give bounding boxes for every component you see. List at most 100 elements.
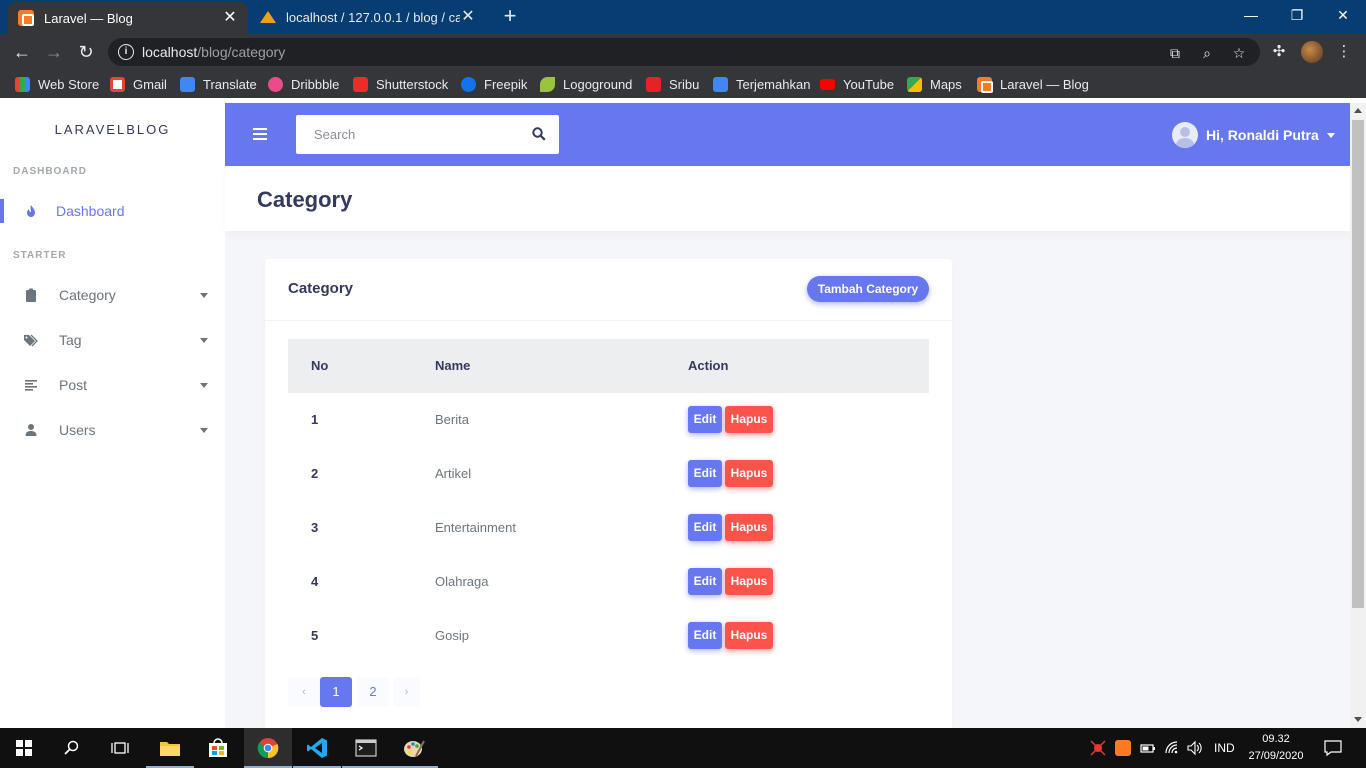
delete-button[interactable]: Hapus <box>725 622 773 649</box>
edit-button[interactable]: Edit <box>688 406 722 433</box>
column-header-name: Name <box>435 358 471 373</box>
add-category-button[interactable]: Tambah Category <box>807 276 929 302</box>
bookmark-translate[interactable]: Translate <box>180 76 257 92</box>
notification-center-icon[interactable] <box>1324 739 1342 760</box>
input-language-indicator[interactable]: IND <box>1214 741 1235 755</box>
sidebar-item-tag[interactable]: Tag <box>0 320 225 360</box>
row-name: Artikel <box>435 466 472 481</box>
sidebar-item-dashboard[interactable]: Dashboard <box>0 191 225 231</box>
delete-button[interactable]: Hapus <box>725 406 773 433</box>
system-clock[interactable]: 09.32 27/09/2020 <box>1246 731 1306 765</box>
xampp-tray-icon[interactable] <box>1115 740 1131 759</box>
table-row: 1 Berita Edit Hapus <box>288 393 929 447</box>
edit-button[interactable]: Edit <box>688 622 722 649</box>
pagination-prev[interactable]: ‹ <box>288 677 320 707</box>
scroll-down-arrow-icon[interactable] <box>1354 717 1362 722</box>
pagination-page-1[interactable]: 1 <box>320 677 352 707</box>
clock-date: 27/09/2020 <box>1248 750 1304 762</box>
sidebar-item-label: Dashboard <box>56 203 125 219</box>
category-card: Category Tambah Category No Name Action … <box>265 259 952 728</box>
edit-button[interactable]: Edit <box>688 514 722 541</box>
sidebar-item-post[interactable]: Post <box>0 365 225 405</box>
site-info-icon[interactable]: i <box>118 44 134 60</box>
bookmark-laravel-blog[interactable]: Laravel — Blog <box>977 76 1089 93</box>
edit-button[interactable]: Edit <box>688 568 722 595</box>
bookmark-youtube[interactable]: YouTube <box>820 76 894 92</box>
bookmark-star-icon[interactable]: ☆ <box>1230 44 1248 62</box>
row-number: 3 <box>311 520 319 535</box>
restore-window-icon[interactable]: ❐ <box>1274 0 1320 32</box>
wifi-icon[interactable] <box>1164 740 1180 759</box>
bookmark-gmail[interactable]: Gmail <box>110 76 167 92</box>
brand-logo-text[interactable]: LARAVELBLOG <box>0 122 225 137</box>
zoom-icon[interactable]: ⌕ <box>1198 44 1216 62</box>
column-header-no: No <box>311 358 329 373</box>
url-text[interactable]: localhost/blog/category <box>142 44 285 60</box>
close-window-icon[interactable]: ✕ <box>1320 0 1366 32</box>
chevron-down-icon <box>200 337 208 343</box>
sidebar-item-label: Users <box>59 422 96 438</box>
delete-button[interactable]: Hapus <box>725 568 773 595</box>
chrome-menu-icon[interactable]: ⋮ <box>1334 42 1354 62</box>
windows-start-icon[interactable] <box>0 728 48 768</box>
page-scrollbar[interactable] <box>1350 103 1366 728</box>
user-dropdown[interactable]: Hi, Ronaldi Putra <box>1172 122 1335 148</box>
volume-icon[interactable] <box>1186 740 1204 759</box>
terminal-icon[interactable] <box>342 728 390 768</box>
row-name: Entertainment <box>435 520 516 535</box>
column-header-action: Action <box>688 358 729 373</box>
translate-page-icon[interactable]: ⧉ <box>1166 44 1184 62</box>
file-explorer-icon[interactable] <box>146 728 194 768</box>
network-alert-icon[interactable] <box>1090 740 1106 759</box>
table-row: 3 Entertainment Edit Hapus <box>288 501 929 555</box>
pagination-page-2[interactable]: 2 <box>357 677 389 707</box>
bookmark-freepik[interactable]: Freepik <box>461 76 527 92</box>
back-arrow-icon[interactable]: ← <box>9 39 35 65</box>
scrollbar-thumb[interactable] <box>1352 120 1364 608</box>
caret-down-icon <box>1326 132 1335 138</box>
pagination-next[interactable]: › <box>393 677 420 707</box>
bookmark-web-store[interactable]: Web Store <box>15 76 99 92</box>
tab-laravel-blog[interactable]: Laravel — Blog ✕ <box>8 2 248 34</box>
task-view-icon[interactable] <box>96 728 144 768</box>
close-tab-icon[interactable]: ✕ <box>460 9 476 25</box>
delete-button[interactable]: Hapus <box>725 514 773 541</box>
paint-icon[interactable] <box>390 728 438 768</box>
search-icon[interactable] <box>48 728 96 768</box>
sidebar-item-category[interactable]: Category <box>0 275 225 315</box>
battery-icon[interactable] <box>1140 740 1156 759</box>
bookmark-dribbble[interactable]: Dribbble <box>268 76 339 92</box>
microsoft-store-icon[interactable] <box>194 728 242 768</box>
edit-button[interactable]: Edit <box>688 460 722 487</box>
bookmark-logoground[interactable]: Logoground <box>540 76 632 92</box>
new-tab-plus-icon[interactable]: + <box>498 5 522 29</box>
bookmark-shutterstock[interactable]: Shutterstock <box>353 76 448 92</box>
search-input[interactable]: Search <box>296 115 559 154</box>
row-number: 4 <box>311 574 319 589</box>
chrome-taskbar-icon[interactable] <box>244 728 292 768</box>
youtube-icon <box>820 78 835 90</box>
scroll-up-arrow-icon[interactable] <box>1354 108 1362 113</box>
chrome-profile-avatar[interactable] <box>1301 41 1323 63</box>
forward-arrow-icon[interactable]: → <box>41 39 67 65</box>
bookmark-sribu[interactable]: Sribu <box>646 76 699 92</box>
extensions-puzzle-icon[interactable]: ✣ <box>1269 42 1289 62</box>
delete-button[interactable]: Hapus <box>725 460 773 487</box>
fire-icon <box>27 205 35 217</box>
sidebar: LARAVELBLOG DASHBOARD Dashboard STARTER … <box>0 103 225 728</box>
table-row: 2 Artikel Edit Hapus <box>288 447 929 501</box>
bookmark-terjemahkan[interactable]: Terjemahkan <box>713 76 810 92</box>
reload-icon[interactable]: ↻ <box>73 39 99 65</box>
tab-phpmyadmin[interactable]: localhost / 127.0.0.1 / blog / cate ✕ <box>250 0 486 34</box>
card-title: Category <box>288 280 354 297</box>
minimize-window-icon[interactable]: — <box>1228 0 1274 32</box>
bookmark-maps[interactable]: Maps <box>907 76 962 92</box>
close-tab-icon[interactable]: ✕ <box>222 10 238 26</box>
vscode-icon[interactable] <box>293 728 341 768</box>
google-maps-icon <box>907 76 922 92</box>
sidebar-item-users[interactable]: Users <box>0 410 225 450</box>
hamburger-menu-icon[interactable] <box>253 128 267 140</box>
address-bar[interactable]: i localhost/blog/category ⧉ ⌕ ☆ <box>108 38 1260 66</box>
search-icon[interactable] <box>532 127 546 141</box>
search-placeholder: Search <box>314 127 356 142</box>
